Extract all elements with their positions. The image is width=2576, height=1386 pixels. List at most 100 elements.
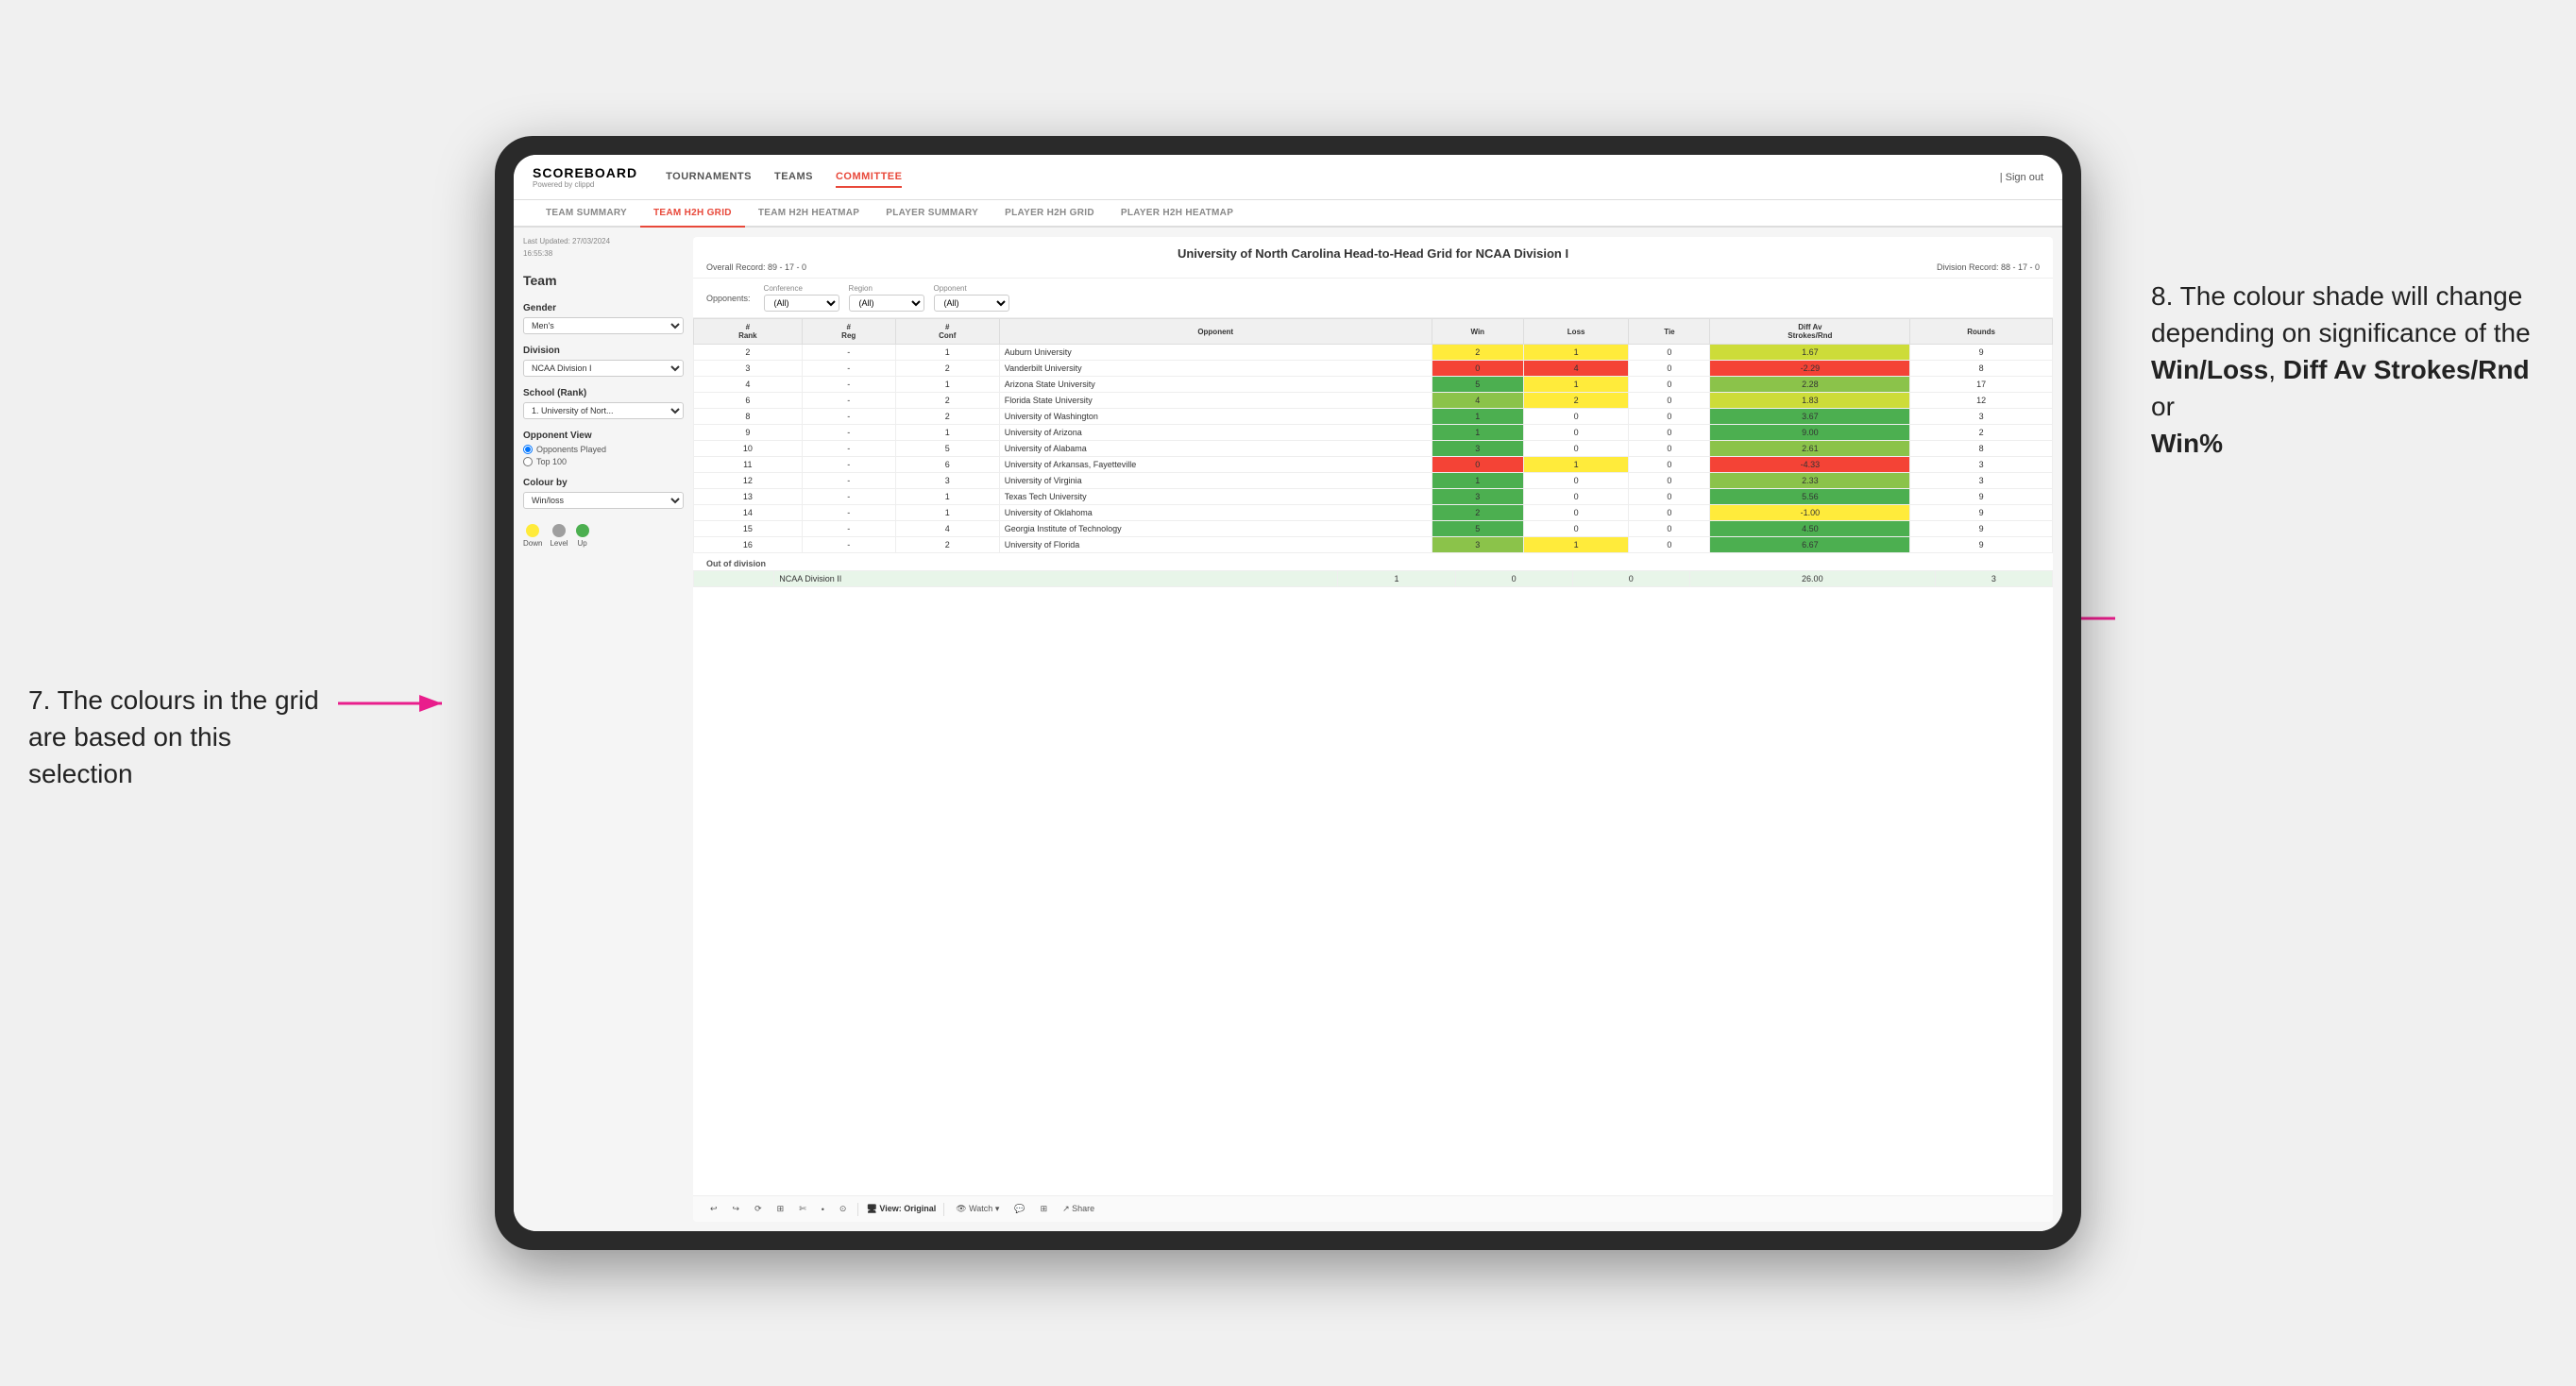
sub-nav-player-summary[interactable]: PLAYER SUMMARY: [873, 200, 991, 228]
out-division-body: NCAA Division II 1 0 0 26.00 3: [694, 571, 2053, 587]
radio-opponents-played[interactable]: Opponents Played: [523, 445, 684, 454]
cell-loss: 1: [1523, 537, 1629, 553]
cell-conf: 6: [895, 457, 999, 473]
division-select[interactable]: NCAA Division I: [523, 360, 684, 377]
table-row: 16 - 2 University of Florida 3 1 0 6.67 …: [694, 537, 2053, 553]
cell-reg: -: [802, 377, 895, 393]
cell-diff: -2.29: [1710, 361, 1910, 377]
out-div-tie: 0: [1572, 571, 1689, 587]
cell-tie: 0: [1629, 425, 1710, 441]
cell-rank: 3: [694, 361, 803, 377]
cell-reg: -: [802, 393, 895, 409]
cell-tie: 0: [1629, 441, 1710, 457]
gender-select[interactable]: Men's: [523, 317, 684, 334]
school-rank-select[interactable]: 1. University of Nort...: [523, 402, 684, 419]
main-grid: University of North Carolina Head-to-Hea…: [693, 237, 2053, 1222]
cell-tie: 0: [1629, 489, 1710, 505]
cell-rank: 14: [694, 505, 803, 521]
arrow-left-annotation: [338, 689, 451, 722]
logo-sub: Powered by clippd: [533, 180, 637, 189]
view-original-button[interactable]: 🖥 View: Original: [866, 1204, 936, 1214]
grid-title: University of North Carolina Head-to-Hea…: [706, 246, 2040, 261]
conference-filter: Conference (All): [764, 284, 839, 312]
cell-win: 5: [1432, 521, 1523, 537]
cell-rounds: 8: [1910, 441, 2053, 457]
cell-tie: 0: [1629, 537, 1710, 553]
opponent-filter-label: Opponent: [934, 284, 1009, 293]
table-wrapper[interactable]: #Rank #Reg #Conf Opponent Win Loss Tie D…: [693, 318, 2053, 1195]
conference-filter-label: Conference: [764, 284, 839, 293]
redo-button[interactable]: ↪: [729, 1202, 744, 1216]
cell-diff: -1.00: [1710, 505, 1910, 521]
out-div-win: 1: [1338, 571, 1455, 587]
col-rounds: Rounds: [1910, 319, 2053, 345]
cell-rounds: 9: [1910, 489, 2053, 505]
cell-rank: 11: [694, 457, 803, 473]
cell-conf: 1: [895, 377, 999, 393]
table-row: 10 - 5 University of Alabama 3 0 0 2.61 …: [694, 441, 2053, 457]
region-select[interactable]: (All): [849, 295, 924, 312]
toolbar-sep-2: [943, 1203, 944, 1216]
cell-conf: 2: [895, 393, 999, 409]
col-diff: Diff AvStrokes/Rnd: [1710, 319, 1910, 345]
last-updated-section: Last Updated: 27/03/2024 16:55:38: [523, 237, 684, 258]
cell-rounds: 3: [1910, 409, 2053, 425]
annotation-left: 7. The colours in the grid are based on …: [28, 682, 330, 793]
undo-button[interactable]: ↩: [706, 1202, 721, 1216]
header-row: #Rank #Reg #Conf Opponent Win Loss Tie D…: [694, 319, 2053, 345]
sub-nav-team-summary[interactable]: TEAM SUMMARY: [533, 200, 640, 228]
cell-reg: -: [802, 345, 895, 361]
cell-reg: -: [802, 505, 895, 521]
cut-button[interactable]: ✄: [795, 1202, 810, 1216]
comment-button[interactable]: 💬: [1010, 1202, 1028, 1216]
nav-tournaments[interactable]: TOURNAMENTS: [666, 167, 752, 188]
col-win: Win: [1432, 319, 1523, 345]
cell-loss: 1: [1523, 377, 1629, 393]
sub-nav-team-h2h-heatmap[interactable]: TEAM H2H HEATMAP: [745, 200, 873, 228]
refresh-button[interactable]: ⟳: [751, 1202, 766, 1216]
cell-win: 2: [1432, 345, 1523, 361]
sidebar: Last Updated: 27/03/2024 16:55:38 Team G…: [523, 237, 684, 1222]
up-label: Up: [577, 539, 586, 548]
nav-committee[interactable]: COMMITTEE: [836, 167, 903, 188]
cell-rank: 6: [694, 393, 803, 409]
watch-button[interactable]: 👁 Watch ▾: [952, 1202, 1003, 1216]
cell-reg: -: [802, 489, 895, 505]
dot-button[interactable]: •: [818, 1203, 828, 1216]
data-table: #Rank #Reg #Conf Opponent Win Loss Tie D…: [693, 318, 2053, 553]
cell-opponent: University of Arkansas, Fayetteville: [999, 457, 1432, 473]
sub-nav-player-h2h-heatmap[interactable]: PLAYER H2H HEATMAP: [1108, 200, 1246, 228]
table-row: 2 - 1 Auburn University 2 1 0 1.67 9: [694, 345, 2053, 361]
cell-reg: -: [802, 425, 895, 441]
opponent-select[interactable]: (All): [934, 295, 1009, 312]
sub-nav-player-h2h-grid[interactable]: PLAYER H2H GRID: [991, 200, 1108, 228]
grid-button[interactable]: ⊞: [773, 1202, 788, 1216]
cell-tie: 0: [1629, 409, 1710, 425]
cell-conf: 1: [895, 345, 999, 361]
cell-loss: 0: [1523, 409, 1629, 425]
sub-nav-team-h2h-grid[interactable]: TEAM H2H GRID: [640, 200, 745, 228]
logo-text: SCOREBOARD: [533, 165, 637, 180]
cell-rank: 4: [694, 377, 803, 393]
cell-conf: 2: [895, 537, 999, 553]
cell-rounds: 9: [1910, 537, 2053, 553]
clock-button[interactable]: ⊙: [836, 1202, 851, 1216]
cell-reg: -: [802, 409, 895, 425]
colour-by-select[interactable]: Win/loss: [523, 492, 684, 509]
sign-out-button[interactable]: | Sign out: [2000, 172, 2043, 183]
cell-win: 3: [1432, 441, 1523, 457]
cell-opponent: Georgia Institute of Technology: [999, 521, 1432, 537]
nav-teams[interactable]: TEAMS: [774, 167, 813, 188]
team-label: Team: [523, 273, 684, 288]
conference-select[interactable]: (All): [764, 295, 839, 312]
filter-row: Opponents: Conference (All) Region (All): [693, 279, 2053, 318]
cell-rounds: 9: [1910, 505, 2053, 521]
team-section: Team: [523, 269, 684, 292]
table-row: 4 - 1 Arizona State University 5 1 0 2.2…: [694, 377, 2053, 393]
grid-content: #Rank #Reg #Conf Opponent Win Loss Tie D…: [693, 318, 2053, 1222]
grid2-button[interactable]: ⊞: [1037, 1202, 1052, 1216]
share-button[interactable]: ↗ Share: [1059, 1202, 1098, 1216]
region-filter: Region (All): [849, 284, 924, 312]
table-row: 3 - 2 Vanderbilt University 0 4 0 -2.29 …: [694, 361, 2053, 377]
radio-top100[interactable]: Top 100: [523, 457, 684, 466]
